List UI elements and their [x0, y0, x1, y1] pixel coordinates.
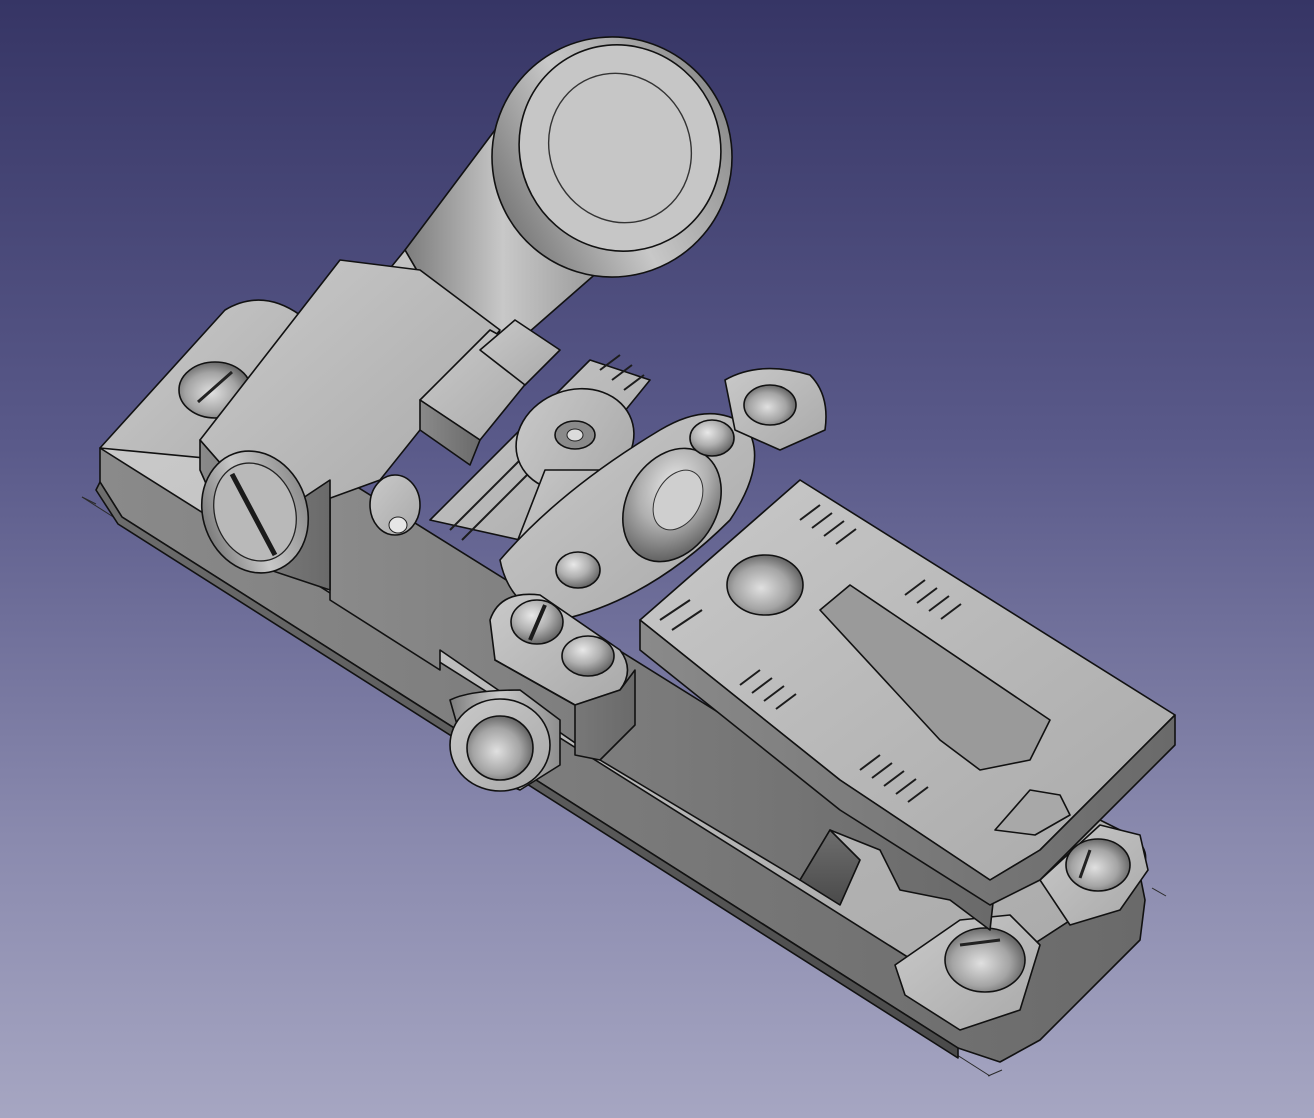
screw-hole-right-bottom: [944, 927, 1026, 993]
screw-hole-right-top: [1065, 838, 1131, 892]
3d-model-render[interactable]: [0, 0, 1314, 1118]
3d-viewport[interactable]: [0, 0, 1314, 1118]
small-post: [369, 474, 421, 536]
